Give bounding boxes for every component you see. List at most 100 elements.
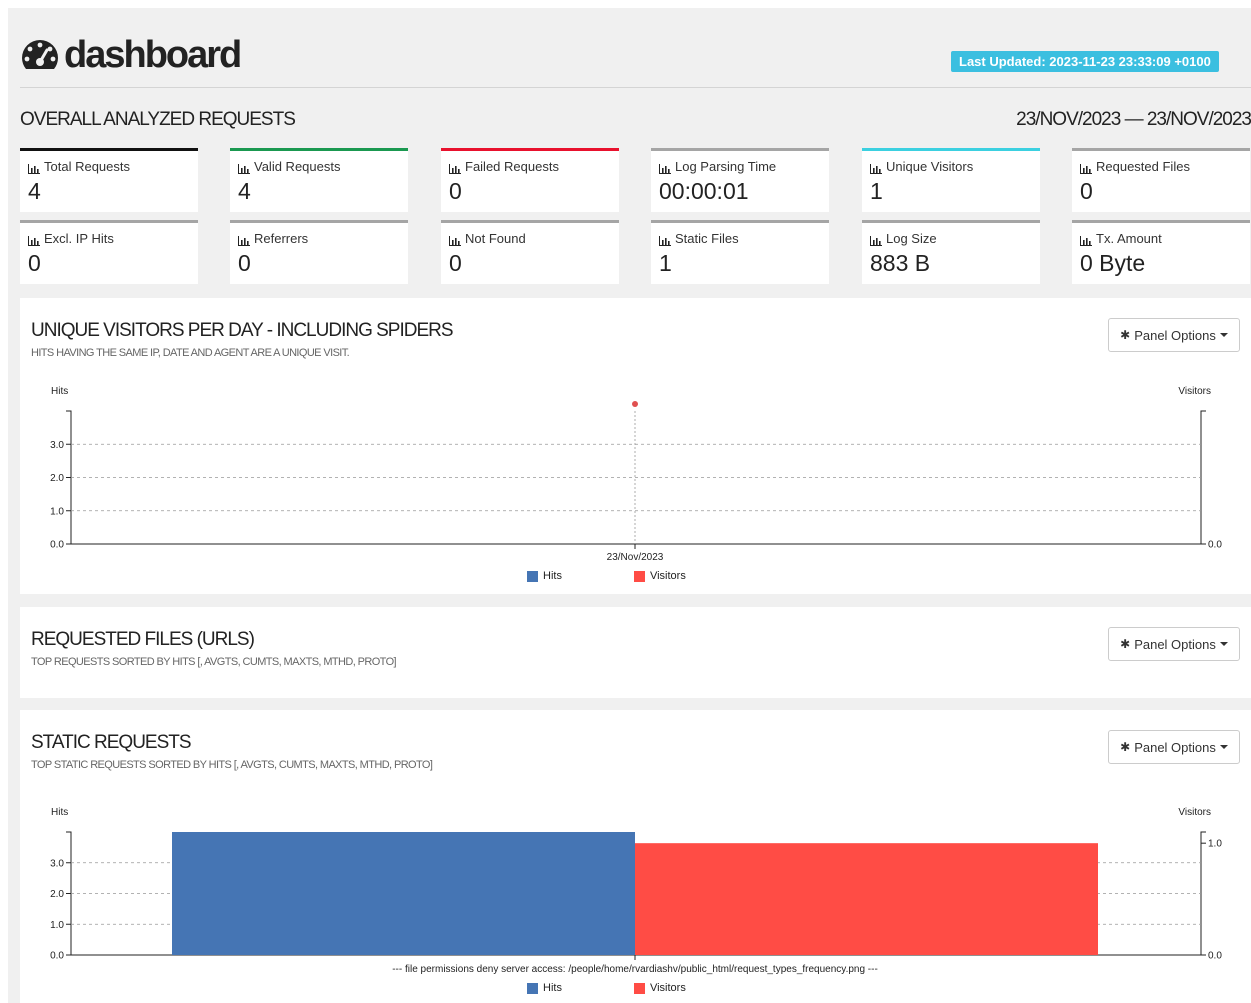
y2-axis-label: Visitors	[1178, 807, 1211, 818]
metric-label-row: Requested Files	[1080, 159, 1242, 174]
y2-axis-line	[1200, 410, 1206, 545]
dashboard-header: dashboard	[20, 34, 242, 76]
bar-chart-icon	[28, 234, 40, 246]
bar-chart-icon	[238, 234, 250, 246]
y-tick-label: 0.0	[50, 540, 64, 551]
metric-card: Valid Requests 4	[230, 148, 408, 212]
metric-value: 883 B	[870, 250, 931, 276]
metric-card: Log Size 883 B	[862, 220, 1040, 284]
y-tick-label: 3.0	[50, 440, 64, 451]
chart-legend: Hits Visitors	[527, 570, 686, 582]
panel-options-button[interactable]: ✱ Panel Options	[1108, 627, 1240, 661]
metric-label: Tx. Amount	[1096, 231, 1162, 246]
metric-value: 0	[449, 250, 462, 276]
bar-hits	[172, 832, 635, 955]
y-tick-label: 2.0	[50, 473, 64, 484]
bar-chart-icon	[449, 162, 461, 174]
legend-item-visitors: Visitors	[633, 982, 686, 994]
metric-label-row: Unique Visitors	[870, 159, 1032, 174]
metric-card: Failed Requests 0	[441, 148, 619, 212]
header-divider	[20, 87, 1251, 88]
metric-label-row: Tx. Amount	[1080, 231, 1242, 246]
visitors-chart: Hits Visitors 0.0 1.0 2.0 3.0 0.0 23/Nov/2023	[50, 386, 1222, 563]
metric-value: 0 Byte	[1080, 250, 1146, 276]
legend-label: Visitors	[649, 982, 686, 994]
metric-card: Unique Visitors 1	[862, 148, 1040, 212]
panel-static-requests: STATIC REQUESTS TOP STATIC REQUESTS SORT…	[20, 710, 1251, 1003]
metric-label: Referrers	[254, 231, 309, 246]
bar-chart-icon	[449, 234, 461, 246]
y-axis-label: Hits	[51, 386, 68, 397]
metric-label-row: Static Files	[659, 231, 821, 246]
page-title: dashboard	[64, 34, 242, 76]
panel-title: REQUESTED FILES (URLS)	[31, 629, 255, 650]
gear-icon: ✱	[1120, 637, 1131, 651]
metric-value: 0	[449, 178, 462, 204]
y2-tick-label: 0.0	[1208, 951, 1222, 962]
legend-swatch-hits	[527, 982, 538, 994]
metric-label-row: Log Size	[870, 231, 1032, 246]
date-range: 23/NOV/2023 — 23/NOV/2023	[1016, 109, 1251, 130]
chart-legend: Hits Visitors	[527, 982, 686, 994]
metric-card: Static Files 1	[651, 220, 829, 284]
legend-item-hits: Hits	[527, 982, 562, 994]
metric-label-row: Total Requests	[28, 159, 190, 174]
metric-label-row: Referrers	[238, 231, 400, 246]
bar-chart-icon	[659, 162, 671, 174]
overall-section-title: OVERALL ANALYZED REQUESTS	[20, 109, 296, 130]
metric-value: 4	[28, 178, 41, 204]
metric-value: 0	[1080, 178, 1093, 204]
y2-tick-label: 0.0	[1208, 540, 1222, 551]
metric-label: Requested Files	[1096, 159, 1190, 174]
metric-card: Tx. Amount 0 Byte	[1072, 220, 1250, 284]
metric-label-row: Valid Requests	[238, 159, 400, 174]
y-tick-label: 1.0	[50, 506, 64, 517]
metric-label: Not Found	[465, 231, 526, 246]
metric-label: Unique Visitors	[886, 159, 974, 174]
y-tick-label: 2.0	[50, 889, 64, 900]
bar-chart-icon	[659, 234, 671, 246]
panel-unique-visitors: UNIQUE VISITORS PER DAY - INCLUDING SPID…	[20, 298, 1251, 594]
metric-label-row: Not Found	[449, 231, 611, 246]
metric-label: Total Requests	[44, 159, 130, 174]
bar-chart-icon	[1080, 234, 1092, 246]
y2-axis-label: Visitors	[1178, 386, 1211, 397]
metric-label-row: Excl. IP Hits	[28, 231, 190, 246]
x-tick-label: --- file permissions deny server access:…	[392, 964, 878, 975]
static-requests-chart: Hits Visitors 0.0 1.0 2.0 3.0 0.0 1.0 --- file p…	[50, 807, 1222, 975]
y-tick-label: 0.0	[50, 951, 64, 962]
metric-value: 4	[238, 178, 251, 204]
metric-label: Log Size	[886, 231, 937, 246]
y-tick-label: 1.0	[50, 920, 64, 931]
legend-item-hits: Hits	[527, 570, 562, 582]
metric-label: Log Parsing Time	[675, 159, 777, 174]
y2-tick-label: 1.0	[1208, 839, 1222, 850]
metric-label: Failed Requests	[465, 159, 559, 174]
metric-value: 00:00:01	[659, 178, 749, 204]
metric-card: Excl. IP Hits 0	[20, 220, 198, 284]
legend-swatch-visitors	[633, 982, 645, 994]
metric-card: Referrers 0	[230, 220, 408, 284]
metric-card: Not Found 0	[441, 220, 619, 284]
y-tick-label: 3.0	[50, 858, 64, 869]
metric-label: Static Files	[675, 231, 739, 246]
bar-chart-icon	[238, 162, 250, 174]
metric-value: 0	[238, 250, 251, 276]
bar-visitors	[635, 843, 1098, 955]
data-point-hits	[632, 401, 638, 407]
metric-card: Requested Files 0	[1072, 148, 1250, 212]
metric-card: Total Requests 4	[20, 148, 198, 212]
bar-chart-icon	[1080, 162, 1092, 174]
legend-swatch-hits	[527, 570, 538, 582]
caret-down-icon	[1219, 642, 1228, 646]
panel-requested-files: REQUESTED FILES (URLS) TOP REQUESTS SORT…	[20, 607, 1251, 698]
metric-value: 1	[659, 250, 672, 276]
last-updated-badge: Last Updated: 2023-11-23 23:33:09 +0100	[951, 51, 1219, 72]
dashboard-gauge-icon	[22, 40, 58, 69]
metric-value: 1	[870, 178, 883, 204]
legend-label: Visitors	[649, 570, 686, 582]
legend-swatch-visitors	[633, 570, 645, 582]
bar-chart-icon	[870, 234, 882, 246]
legend-label: Hits	[543, 570, 562, 582]
y2-axis-line	[1200, 831, 1206, 956]
